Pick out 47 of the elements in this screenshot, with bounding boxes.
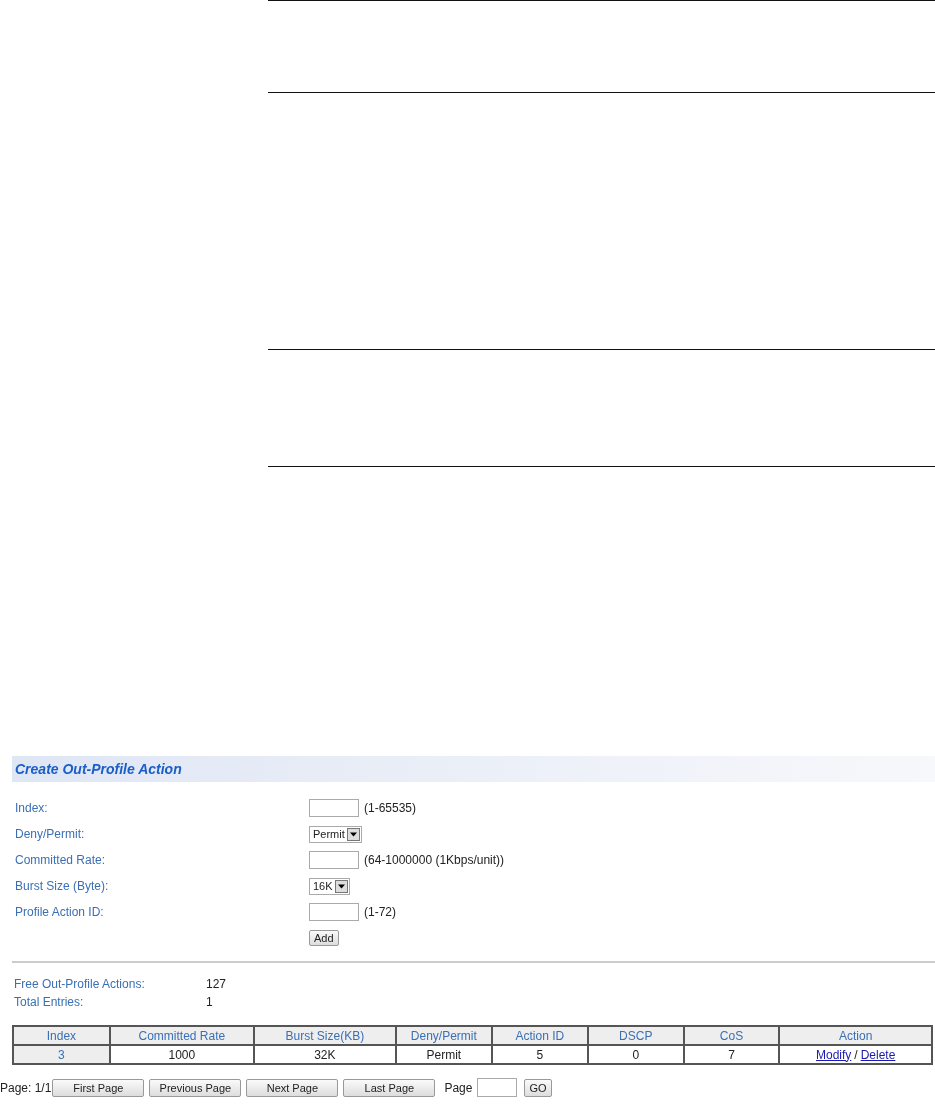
range-hint: (64-1000000 (1Kbps/unit)) [364, 853, 505, 867]
table-cell: 0 [587, 1045, 684, 1064]
delete-link[interactable]: Delete [860, 1047, 896, 1062]
column-header: Deny/Permit [395, 1026, 492, 1045]
stat-label: Total Entries: [13, 995, 85, 1009]
stat-value: 127 [206, 977, 227, 991]
pager-button[interactable]: First Page [52, 1078, 145, 1097]
column-header: CoS [683, 1026, 780, 1045]
field-label: Burst Size (Byte): [14, 879, 110, 893]
dropdown[interactable]: Permit [309, 825, 362, 843]
dropdown[interactable]: 16K [309, 877, 350, 895]
caret-icon [334, 879, 348, 893]
table-cell: 5 [491, 1045, 588, 1064]
separator-text: / [854, 1047, 858, 1062]
input-field[interactable] [309, 903, 359, 921]
field-label: Profile Action ID: [14, 905, 105, 919]
caret-icon [346, 827, 360, 841]
input-field[interactable] [309, 799, 359, 817]
pager-button[interactable]: Next Page [246, 1078, 339, 1097]
pager-button[interactable]: Previous Page [149, 1078, 242, 1097]
column-header: Action [779, 1026, 932, 1045]
field-label: Committed Rate: [14, 853, 107, 867]
table-cell: 32K [253, 1045, 396, 1064]
table-cell: 1000 [109, 1045, 254, 1064]
table-cell: 7 [683, 1045, 780, 1064]
page-label: Page [444, 1080, 473, 1095]
section-header: Create Out-Profile Action [12, 756, 935, 782]
input-field[interactable] [309, 851, 359, 869]
field-label: Index: [14, 801, 49, 815]
stat-value: 1 [206, 995, 213, 1009]
go-button[interactable]: GO [524, 1078, 552, 1097]
column-header: Committed Rate [109, 1026, 254, 1045]
column-header: Index [13, 1026, 110, 1045]
field-label: Deny/Permit: [14, 827, 86, 841]
page-info: Page: 1/1 [0, 1080, 52, 1095]
column-header: DSCP [587, 1026, 684, 1045]
range-hint: (1-65535) [364, 801, 417, 815]
table-cell: Permit [395, 1045, 492, 1064]
range-hint: (1-72) [364, 905, 396, 919]
column-header: Burst Size(KB) [253, 1026, 396, 1045]
table-cell: 3 [13, 1045, 110, 1064]
pager-button[interactable]: Last Page [343, 1078, 436, 1097]
modify-link[interactable]: Modify [816, 1047, 852, 1062]
page-input[interactable] [477, 1078, 518, 1097]
stat-label: Free Out-Profile Actions: [13, 977, 146, 991]
column-header: Action ID [491, 1026, 588, 1045]
add-button[interactable]: Add [309, 930, 339, 946]
